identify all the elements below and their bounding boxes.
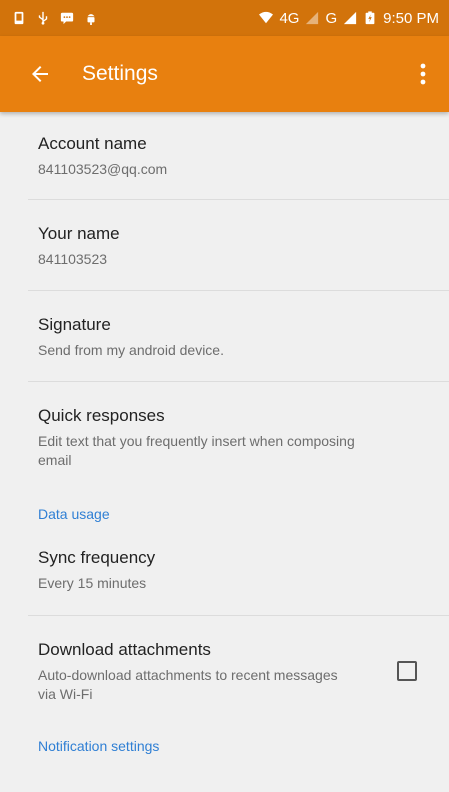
signature-value: Send from my android device. xyxy=(38,342,224,358)
notification-settings-header: Notification settings xyxy=(38,738,160,754)
data-usage-header: Data usage xyxy=(38,506,110,522)
status-bar-system: 4G G 9:50 PM xyxy=(259,10,439,27)
usb-icon xyxy=(36,10,50,26)
account-name-item[interactable]: Account name 841103523@qq.com xyxy=(0,112,449,199)
download-attachments-title: Download attachments xyxy=(38,640,211,659)
more-vert-icon xyxy=(420,63,426,85)
sync-frequency-value: Every 15 minutes xyxy=(38,575,147,591)
sync-frequency-item[interactable]: Sync frequency Every 15 minutes xyxy=(0,548,449,615)
account-name-title: Account name xyxy=(38,134,147,153)
download-attachments-item[interactable]: Download attachments Auto-download attac… xyxy=(0,616,449,726)
settings-list: Account name 841103523@qq.com Your name … xyxy=(0,112,449,754)
battery-icon xyxy=(363,10,377,26)
status-bar: 4G G 9:50 PM xyxy=(0,0,449,36)
phone-icon xyxy=(12,10,26,26)
network2-type-label: G xyxy=(325,9,338,27)
back-button[interactable] xyxy=(12,46,68,102)
your-name-item[interactable]: Your name 841103523 xyxy=(0,200,449,290)
quick-responses-value: Edit text that you frequently insert whe… xyxy=(38,433,355,468)
signal-strength-icon xyxy=(343,10,357,26)
network-type-label: 4G xyxy=(279,9,300,27)
your-name-value: 841103523 xyxy=(38,251,108,267)
signature-item[interactable]: Signature Send from my android device. xyxy=(0,291,449,381)
signature-title: Signature xyxy=(38,315,111,334)
clock: 9:50 PM xyxy=(383,9,439,27)
page-title: Settings xyxy=(82,62,158,85)
signal-icon xyxy=(305,10,319,26)
arrow-back-icon xyxy=(32,66,48,82)
quick-responses-item[interactable]: Quick responses Edit text that you frequ… xyxy=(0,382,449,492)
message-icon xyxy=(60,10,74,26)
sync-frequency-title: Sync frequency xyxy=(38,548,156,567)
your-name-title: Your name xyxy=(38,224,120,243)
status-bar-notifications xyxy=(12,10,98,26)
download-attachments-value: Auto-download attachments to recent mess… xyxy=(38,667,338,702)
quick-responses-title: Quick responses xyxy=(38,406,165,425)
account-name-value: 841103523@qq.com xyxy=(38,161,168,177)
android-debug-icon xyxy=(84,10,98,26)
app-bar: Settings xyxy=(0,36,449,112)
overflow-menu-button[interactable] xyxy=(399,46,447,102)
wifi-icon xyxy=(259,10,274,26)
download-attachments-checkbox[interactable] xyxy=(397,661,417,681)
